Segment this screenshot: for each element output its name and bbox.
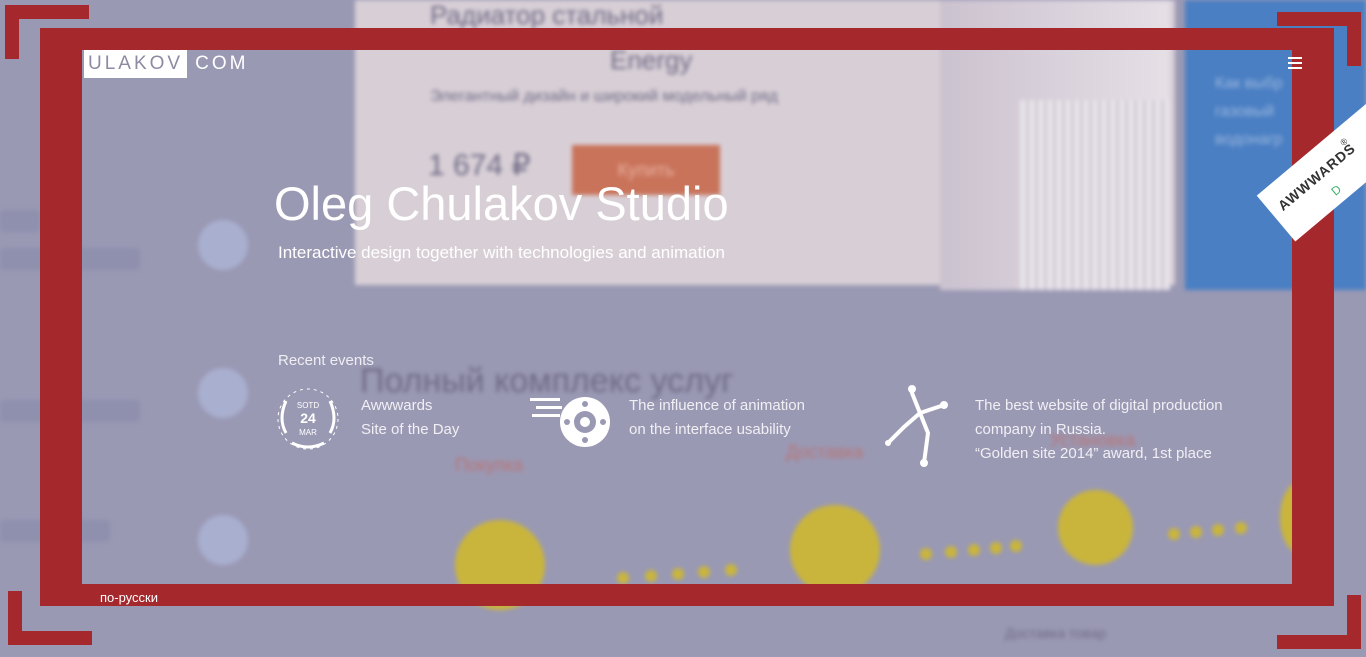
speeding-wheel-icon[interactable] (530, 390, 612, 450)
logo-right: COM (195, 53, 249, 74)
event-line: “Golden site 2014” award, 1st place (975, 445, 1212, 462)
event-animation[interactable]: The influence of animation on the interf… (629, 394, 805, 442)
badge-top: SOTD (296, 401, 320, 410)
event-line: on the interface usability (629, 421, 791, 438)
product-sub: Energy (610, 45, 693, 75)
step-circle (455, 520, 545, 610)
product-title: Радиатор стальной (430, 0, 664, 30)
frame-corner (8, 591, 92, 645)
frame-corner (5, 5, 89, 59)
badge-month: MAR (299, 428, 317, 437)
site-logo[interactable]: ULAKOV COM (84, 50, 248, 78)
event-line: Awwwards (361, 397, 433, 414)
frame-corner (1277, 595, 1361, 649)
page-subtitle: Interactive design together with technol… (278, 243, 726, 262)
laurel-badge-icon[interactable]: SOTD 24 MAR (272, 383, 344, 455)
page-title: Oleg Chulakov Studio (274, 177, 729, 230)
event-golden-site[interactable]: The best website of digital production c… (975, 394, 1223, 466)
step-circle (1280, 480, 1325, 555)
event-line: Site of the Day (361, 421, 460, 438)
badge-day: 24 (300, 410, 316, 426)
radiator-image (1020, 100, 1170, 290)
menu-icon[interactable] (1288, 56, 1302, 70)
blue-card-line: Как выбр (1215, 75, 1283, 92)
language-switch-link[interactable]: по-русски (100, 590, 158, 605)
step-circle (1058, 490, 1133, 565)
event-line: The best website of digital production (975, 397, 1223, 414)
recent-events-heading: Recent events (278, 352, 374, 369)
dancer-figure-icon[interactable] (884, 383, 958, 469)
step-circle (790, 505, 880, 595)
bottom-text: Доставка товар (1005, 625, 1106, 641)
product-desc: Элегантный дизайн и широкий модельный ря… (430, 88, 778, 105)
event-line: The influence of animation (629, 397, 805, 414)
menu-icon-svg (1288, 57, 1302, 69)
step-purchase: Покупка (455, 455, 524, 475)
logo-left: ULAKOV (84, 50, 188, 78)
event-awwwards[interactable]: Awwwards Site of the Day (361, 394, 459, 442)
step-delivery: Доставка (786, 442, 864, 462)
background-screenshot: Как выбр газовый водонагр Радиатор сталь… (0, 0, 1366, 657)
blue-card-line: газовый (1215, 103, 1275, 120)
event-line: company in Russia. (975, 421, 1106, 438)
